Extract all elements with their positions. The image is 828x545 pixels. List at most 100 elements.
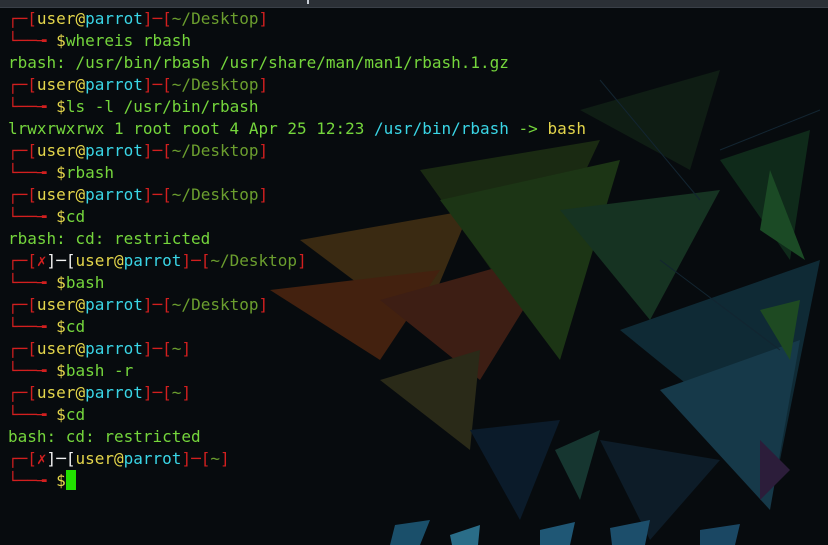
prompt-bracket: [ xyxy=(162,75,172,94)
prompt-dash: ─ xyxy=(152,141,163,160)
prompt-header-line: ┌─[user@parrot]─[~/Desktop] xyxy=(0,8,828,30)
prompt-header-line: ┌─[user@parrot]─[~/Desktop] xyxy=(0,184,828,206)
prompt-bracket: ] xyxy=(258,75,269,94)
prompt-dash: ─ xyxy=(56,251,66,270)
command-line: └──╼ $cd xyxy=(0,404,828,426)
prompt-header-line: ┌─[user@parrot]─[~/Desktop] xyxy=(0,140,828,162)
prompt-bracket: ] xyxy=(258,295,269,314)
prompt-bracket: [ xyxy=(27,251,37,270)
prompt-at: @ xyxy=(75,339,86,358)
output-link-target: bash xyxy=(547,119,586,138)
prompt-path: ~ xyxy=(171,383,182,402)
command-line: └──╼ $bash xyxy=(0,272,828,294)
prompt-header-line: ┌─[user@parrot]─[~] xyxy=(0,338,828,360)
command-line: └──╼ $bash -r xyxy=(0,360,828,382)
command-text: rbash xyxy=(65,163,114,182)
prompt-at: @ xyxy=(114,251,124,270)
prompt-dollar: $ xyxy=(56,207,66,226)
prompt-arrow: └──╼ xyxy=(8,207,57,226)
prompt-bracket: [ xyxy=(200,449,211,468)
prompt-corner-top: ┌─ xyxy=(8,141,28,160)
prompt-bracket: [ xyxy=(162,9,172,28)
prompt-arrow: └──╼ xyxy=(8,361,57,380)
prompt-arrow: └──╼ xyxy=(8,97,57,116)
output-permissions: lrwxrwxrwx 1 root root 4 Apr 25 12:23 xyxy=(8,119,375,138)
prompt-dash: ─ xyxy=(152,295,163,314)
prompt-header-line: ┌─[user@parrot]─[~/Desktop] xyxy=(0,294,828,316)
prompt-bracket: ] xyxy=(220,449,230,468)
terminal-output[interactable]: ┌─[user@parrot]─[~/Desktop] └──╼ $whereis… xyxy=(0,8,828,545)
prompt-bracket: [ xyxy=(200,251,211,270)
prompt-bracket: ] xyxy=(181,251,192,270)
command-text: cd xyxy=(65,207,86,226)
prompt-dash: ─ xyxy=(56,449,66,468)
prompt-at: @ xyxy=(75,141,86,160)
prompt-user: user xyxy=(75,449,114,468)
prompt-bracket: ] xyxy=(142,295,153,314)
prompt-bracket: [ xyxy=(27,295,37,314)
prompt-user: user xyxy=(75,251,114,270)
prompt-corner-top: ┌─ xyxy=(8,251,28,270)
prompt-user: user xyxy=(36,295,76,314)
prompt-path: ~/Desktop xyxy=(171,9,259,28)
prompt-user: user xyxy=(36,339,76,358)
prompt-user: user xyxy=(36,141,76,160)
top-bar-marker xyxy=(307,0,309,4)
prompt-corner-top: ┌─ xyxy=(8,75,28,94)
prompt-host: parrot xyxy=(123,251,182,270)
prompt-path: ~/Desktop xyxy=(171,141,259,160)
prompt-arrow: └──╼ xyxy=(8,273,57,292)
prompt-arrow: └──╼ xyxy=(8,317,57,336)
prompt-dollar: $ xyxy=(56,471,66,490)
prompt-corner-top: ┌─ xyxy=(8,339,28,358)
prompt-at: @ xyxy=(75,383,86,402)
prompt-bracket: ] xyxy=(258,9,269,28)
window-top-bar xyxy=(0,0,828,8)
prompt-header-line: ┌─[user@parrot]─[~] xyxy=(0,382,828,404)
command-text: bash -r xyxy=(65,361,134,380)
prompt-arrow: └──╼ xyxy=(8,163,57,182)
prompt-bracket: [ xyxy=(162,141,172,160)
prompt-bracket: ] xyxy=(142,339,153,358)
prompt-bracket: ] xyxy=(181,449,192,468)
command-text: cd xyxy=(65,317,86,336)
prompt-bracket: [ xyxy=(27,9,37,28)
text-cursor[interactable] xyxy=(65,470,76,490)
prompt-bracket: ] xyxy=(142,185,153,204)
prompt-header-line: ┌─[✗]─[user@parrot]─[~] xyxy=(0,448,828,470)
prompt-bracket: [ xyxy=(162,383,172,402)
prompt-dash: ─ xyxy=(152,185,163,204)
terminal-window: ┌─[user@parrot]─[~/Desktop] └──╼ $whereis… xyxy=(0,0,828,545)
prompt-host: parrot xyxy=(85,141,143,160)
prompt-bracket: [ xyxy=(162,339,172,358)
prompt-dollar: $ xyxy=(56,97,66,116)
prompt-path: ~/Desktop xyxy=(171,185,259,204)
prompt-corner-top: ┌─ xyxy=(8,383,28,402)
prompt-at: @ xyxy=(75,295,86,314)
prompt-host: parrot xyxy=(123,449,182,468)
prompt-corner-top: ┌─ xyxy=(8,185,28,204)
output-text: bash: cd: restricted xyxy=(8,427,201,446)
prompt-dollar: $ xyxy=(56,361,66,380)
prompt-host: parrot xyxy=(85,75,143,94)
prompt-header-line: ┌─[user@parrot]─[~/Desktop] xyxy=(0,74,828,96)
prompt-bracket: ] xyxy=(142,75,153,94)
command-text: whereis rbash xyxy=(65,31,192,50)
output-link-path: /usr/bin/rbash xyxy=(374,119,509,138)
prompt-dash: ─ xyxy=(191,449,201,468)
prompt-dollar: $ xyxy=(56,163,66,182)
prompt-corner-top: ┌─ xyxy=(8,295,28,314)
prompt-dash: ─ xyxy=(152,383,163,402)
prompt-host: parrot xyxy=(85,185,143,204)
prompt-corner-top: ┌─ xyxy=(8,449,28,468)
prompt-error-mark: ✗ xyxy=(36,449,47,468)
prompt-arrow: └──╼ xyxy=(8,471,57,490)
command-text: bash xyxy=(65,273,105,292)
prompt-bracket: [ xyxy=(162,185,172,204)
command-text: cd xyxy=(65,405,86,424)
prompt-bracket: [ xyxy=(27,383,37,402)
output-text: rbash: /usr/bin/rbash /usr/share/man/man… xyxy=(8,53,509,72)
prompt-path: ~/Desktop xyxy=(171,295,259,314)
prompt-bracket: ] xyxy=(142,9,153,28)
command-output: lrwxrwxrwx 1 root root 4 Apr 25 12:23 /u… xyxy=(0,118,828,140)
